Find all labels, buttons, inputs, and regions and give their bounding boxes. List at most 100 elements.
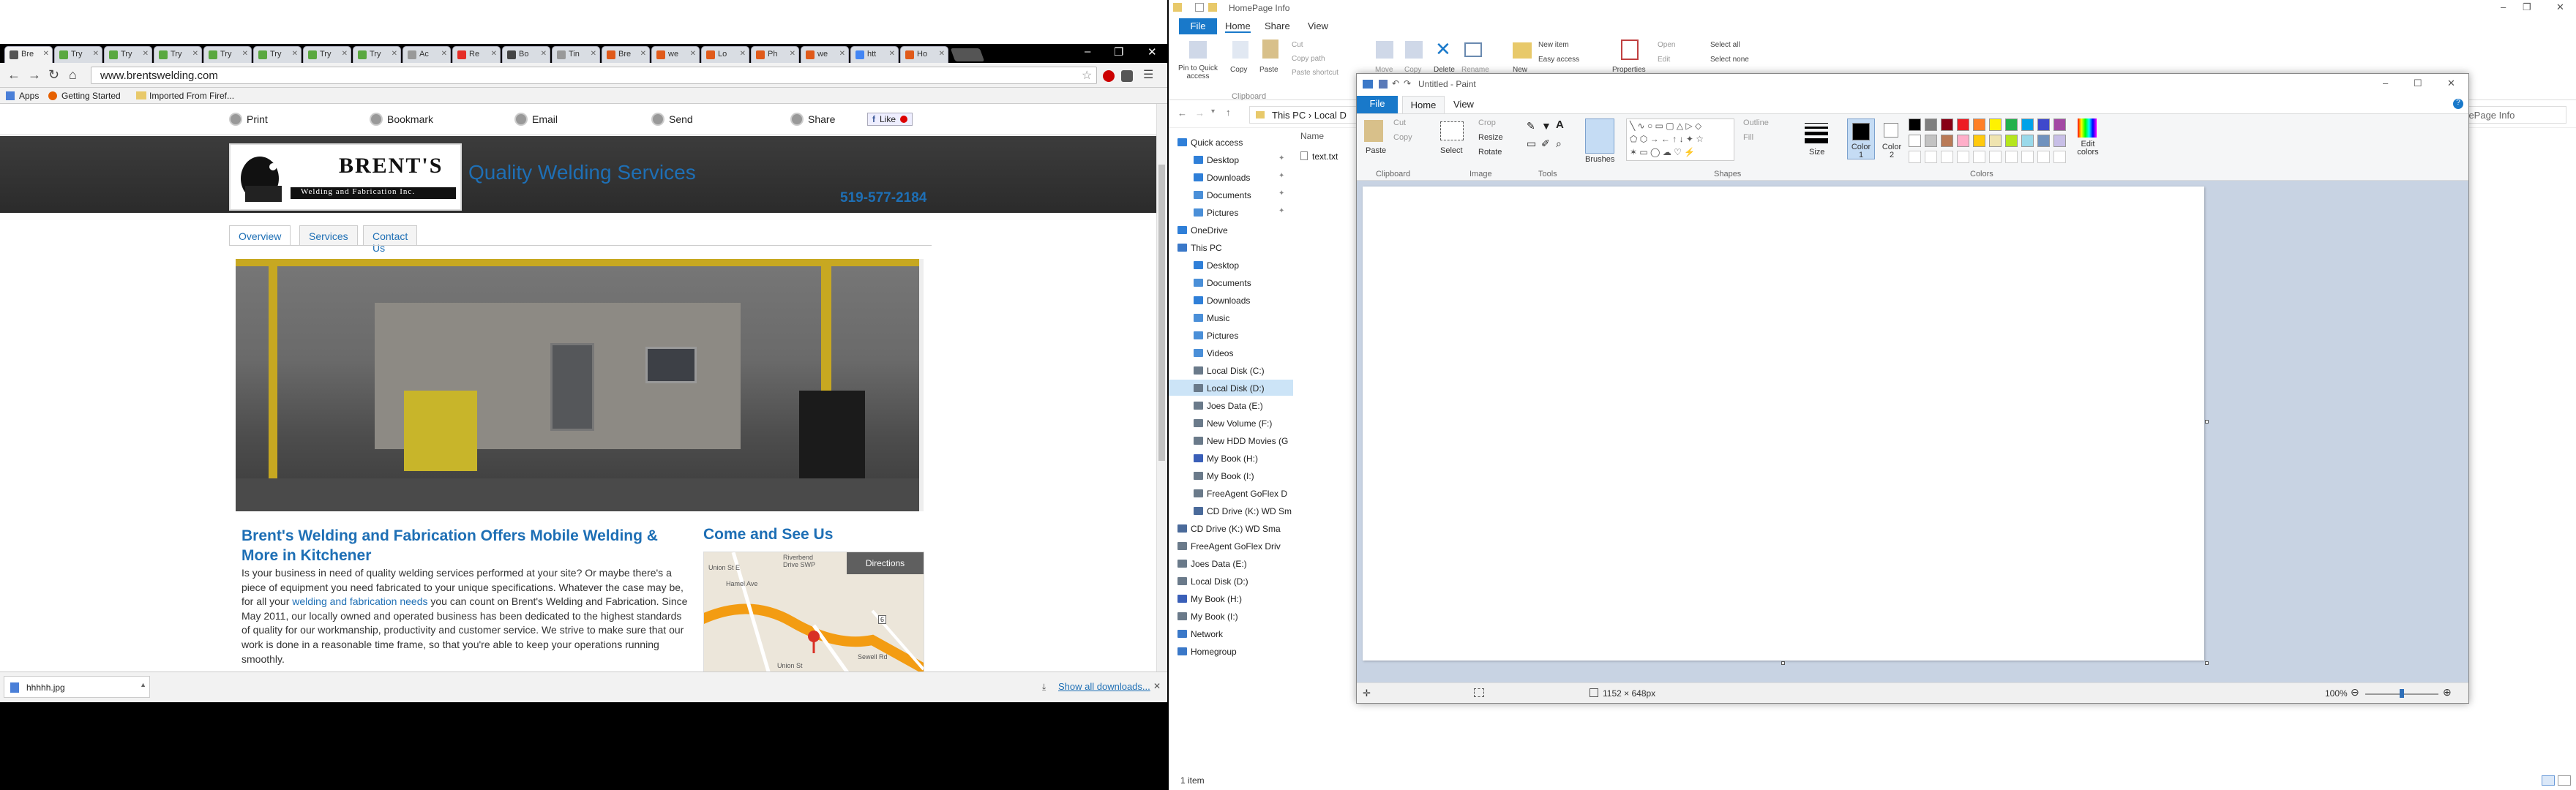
browser-tab[interactable]: Tin ✕	[552, 46, 600, 63]
browser-tab[interactable]: Try ✕	[104, 46, 152, 63]
nav-tree-item[interactable]: Local Disk (D:)	[1169, 380, 1293, 396]
select-button[interactable]: Select	[1440, 146, 1463, 155]
tab-close-icon[interactable]: ✕	[541, 50, 547, 58]
zoom-out-icon[interactable]: ⊖	[2351, 686, 2359, 699]
nav-tree-item[interactable]: Network	[1169, 625, 1293, 642]
nav-tree-item[interactable]: Homegroup	[1169, 643, 1293, 659]
custom-color-slot[interactable]	[2005, 151, 2018, 163]
resize-handle-corner[interactable]	[2205, 661, 2209, 665]
download-item[interactable]: hhhhh.jpg ▲	[4, 676, 150, 698]
size-icon[interactable]	[1805, 120, 1828, 143]
nav-tree-item[interactable]: My Book (H:)	[1169, 590, 1293, 606]
shapes-gallery[interactable]: ╲ ∿ ○ ▭ ▢ △ ▷ ◇ ⬠ ⬡ → ← ↑ ↓ ✦ ☆ ✶ ▭ ◯ ☁ ♡ …	[1626, 118, 1734, 161]
paint-minimize-button[interactable]: –	[2383, 78, 2388, 89]
bookmark-apps[interactable]: Apps	[19, 91, 39, 101]
nav-tree-item[interactable]: FreeAgent GoFlex Driv	[1169, 538, 1293, 554]
outline-button[interactable]: Outline	[1743, 118, 1769, 127]
nav-tree-item[interactable]: Downloads	[1169, 292, 1293, 308]
tab-close-icon[interactable]: ✕	[43, 50, 49, 58]
tab-close-icon[interactable]: ✕	[591, 50, 596, 58]
paint-tab-file[interactable]: File	[1357, 96, 1398, 113]
open-button[interactable]: Open	[1658, 41, 1675, 49]
column-header-name[interactable]: Name	[1300, 131, 1324, 141]
easy-access-button[interactable]: Easy access	[1538, 56, 1579, 64]
select-all-button[interactable]: Select all	[1710, 41, 1740, 49]
color-picker-icon[interactable]: ✐	[1541, 138, 1550, 150]
explorer-minimize-button[interactable]: –	[2501, 1, 2506, 12]
tab-close-icon[interactable]: ✕	[839, 50, 845, 58]
nav-tree-item[interactable]: New Volume (F:)	[1169, 415, 1293, 431]
undo-icon[interactable]: ↶	[1392, 78, 1399, 89]
new-folder-qat-icon[interactable]	[1208, 3, 1217, 12]
tab-close-icon[interactable]: ✕	[93, 50, 99, 58]
browser-tab[interactable]: Try ✕	[54, 46, 102, 63]
nav-tree-item[interactable]: Downloads ✦	[1169, 169, 1293, 185]
close-button[interactable]: ✕	[1147, 45, 1157, 59]
tab-close-icon[interactable]: ✕	[342, 50, 348, 58]
eraser-icon[interactable]: ▭	[1527, 138, 1536, 150]
fill-icon[interactable]: ▼	[1541, 120, 1551, 132]
resize-handle-right[interactable]	[2205, 420, 2209, 424]
path-segment[interactable]: This PC	[1272, 110, 1306, 121]
tab-contact-us[interactable]: Contact Us	[363, 225, 418, 254]
tab-close-icon[interactable]: ✕	[441, 50, 447, 58]
copy-button[interactable]: Copy	[1230, 66, 1247, 74]
up-icon[interactable]: ↑	[1226, 107, 1231, 118]
share-button[interactable]: Share	[790, 113, 835, 126]
palette-swatch[interactable]	[1989, 135, 2002, 147]
browser-tab[interactable]: Bo ✕	[502, 46, 550, 63]
explorer-tab-home[interactable]: Home	[1225, 20, 1251, 33]
nav-tree-item[interactable]: FreeAgent GoFlex D	[1169, 485, 1293, 501]
paint-tab-view[interactable]: View	[1453, 99, 1474, 110]
tab-close-icon[interactable]: ✕	[939, 50, 945, 58]
nav-tree-item[interactable]: CD Drive (K:) WD Sma	[1169, 520, 1293, 536]
nav-tree-item[interactable]: OneDrive	[1169, 222, 1293, 238]
explorer-maximize-button[interactable]: ❐	[2523, 1, 2531, 13]
tab-close-icon[interactable]: ✕	[192, 50, 198, 58]
path-segment[interactable]: Local D	[1314, 110, 1347, 121]
tab-close-icon[interactable]: ✕	[790, 50, 795, 58]
browser-tab[interactable]: Try ✕	[203, 46, 252, 63]
pencil-icon[interactable]: ✎	[1527, 120, 1535, 132]
palette-swatch[interactable]	[1941, 135, 1953, 147]
nav-tree-item[interactable]: Joes Data (E:)	[1169, 555, 1293, 571]
properties-qat-icon[interactable]	[1195, 3, 1204, 12]
resize-button[interactable]: Resize	[1478, 133, 1503, 142]
palette-swatch[interactable]	[2053, 118, 2066, 131]
file-item[interactable]: text.txt	[1300, 150, 1338, 165]
browser-tab[interactable]: Ac ✕	[402, 46, 451, 63]
custom-color-slot[interactable]	[2053, 151, 2066, 163]
minimize-button[interactable]: –	[1085, 45, 1090, 58]
palette-swatch[interactable]	[1909, 135, 1921, 147]
explorer-tab-view[interactable]: View	[1308, 20, 1328, 31]
explorer-tab-file[interactable]: File	[1179, 18, 1217, 34]
browser-tab[interactable]: Try ✕	[303, 46, 351, 63]
explorer-back-icon[interactable]: ←	[1177, 108, 1187, 118]
edit-button[interactable]: Edit	[1658, 56, 1670, 64]
tab-close-icon[interactable]: ✕	[889, 50, 895, 58]
extension-icon-2[interactable]	[1121, 70, 1133, 82]
nav-tree-item[interactable]: Joes Data (E:)	[1169, 397, 1293, 413]
nav-tree-item[interactable]: Desktop	[1169, 257, 1293, 273]
palette-swatch[interactable]	[2037, 118, 2050, 131]
star-icon[interactable]: ☆	[1082, 69, 1092, 83]
browser-tab[interactable]: Re ✕	[452, 46, 501, 63]
paint-tab-home[interactable]: Home	[1402, 96, 1445, 113]
bookmark-getting-started[interactable]: Getting Started	[61, 91, 121, 101]
browser-tab[interactable]: Ph ✕	[751, 46, 799, 63]
fill-button[interactable]: Fill	[1743, 133, 1753, 142]
cut-button[interactable]: Cut	[1292, 41, 1303, 49]
save-qat-icon[interactable]	[1379, 80, 1388, 89]
brushes-icon[interactable]	[1585, 118, 1614, 154]
help-icon[interactable]: ?	[2453, 99, 2463, 109]
custom-color-slot[interactable]	[2021, 151, 2034, 163]
new-item-button[interactable]: New item	[1538, 41, 1569, 49]
palette-swatch[interactable]	[1957, 118, 1969, 131]
browser-tab[interactable]: Bre ✕	[602, 46, 650, 63]
palette-swatch[interactable]	[2037, 135, 2050, 147]
palette-swatch[interactable]	[1925, 135, 1937, 147]
print-button[interactable]: Print	[229, 113, 268, 126]
tab-close-icon[interactable]: ✕	[242, 50, 248, 58]
palette-swatch[interactable]	[1973, 135, 1985, 147]
custom-color-slot[interactable]	[1909, 151, 1921, 163]
